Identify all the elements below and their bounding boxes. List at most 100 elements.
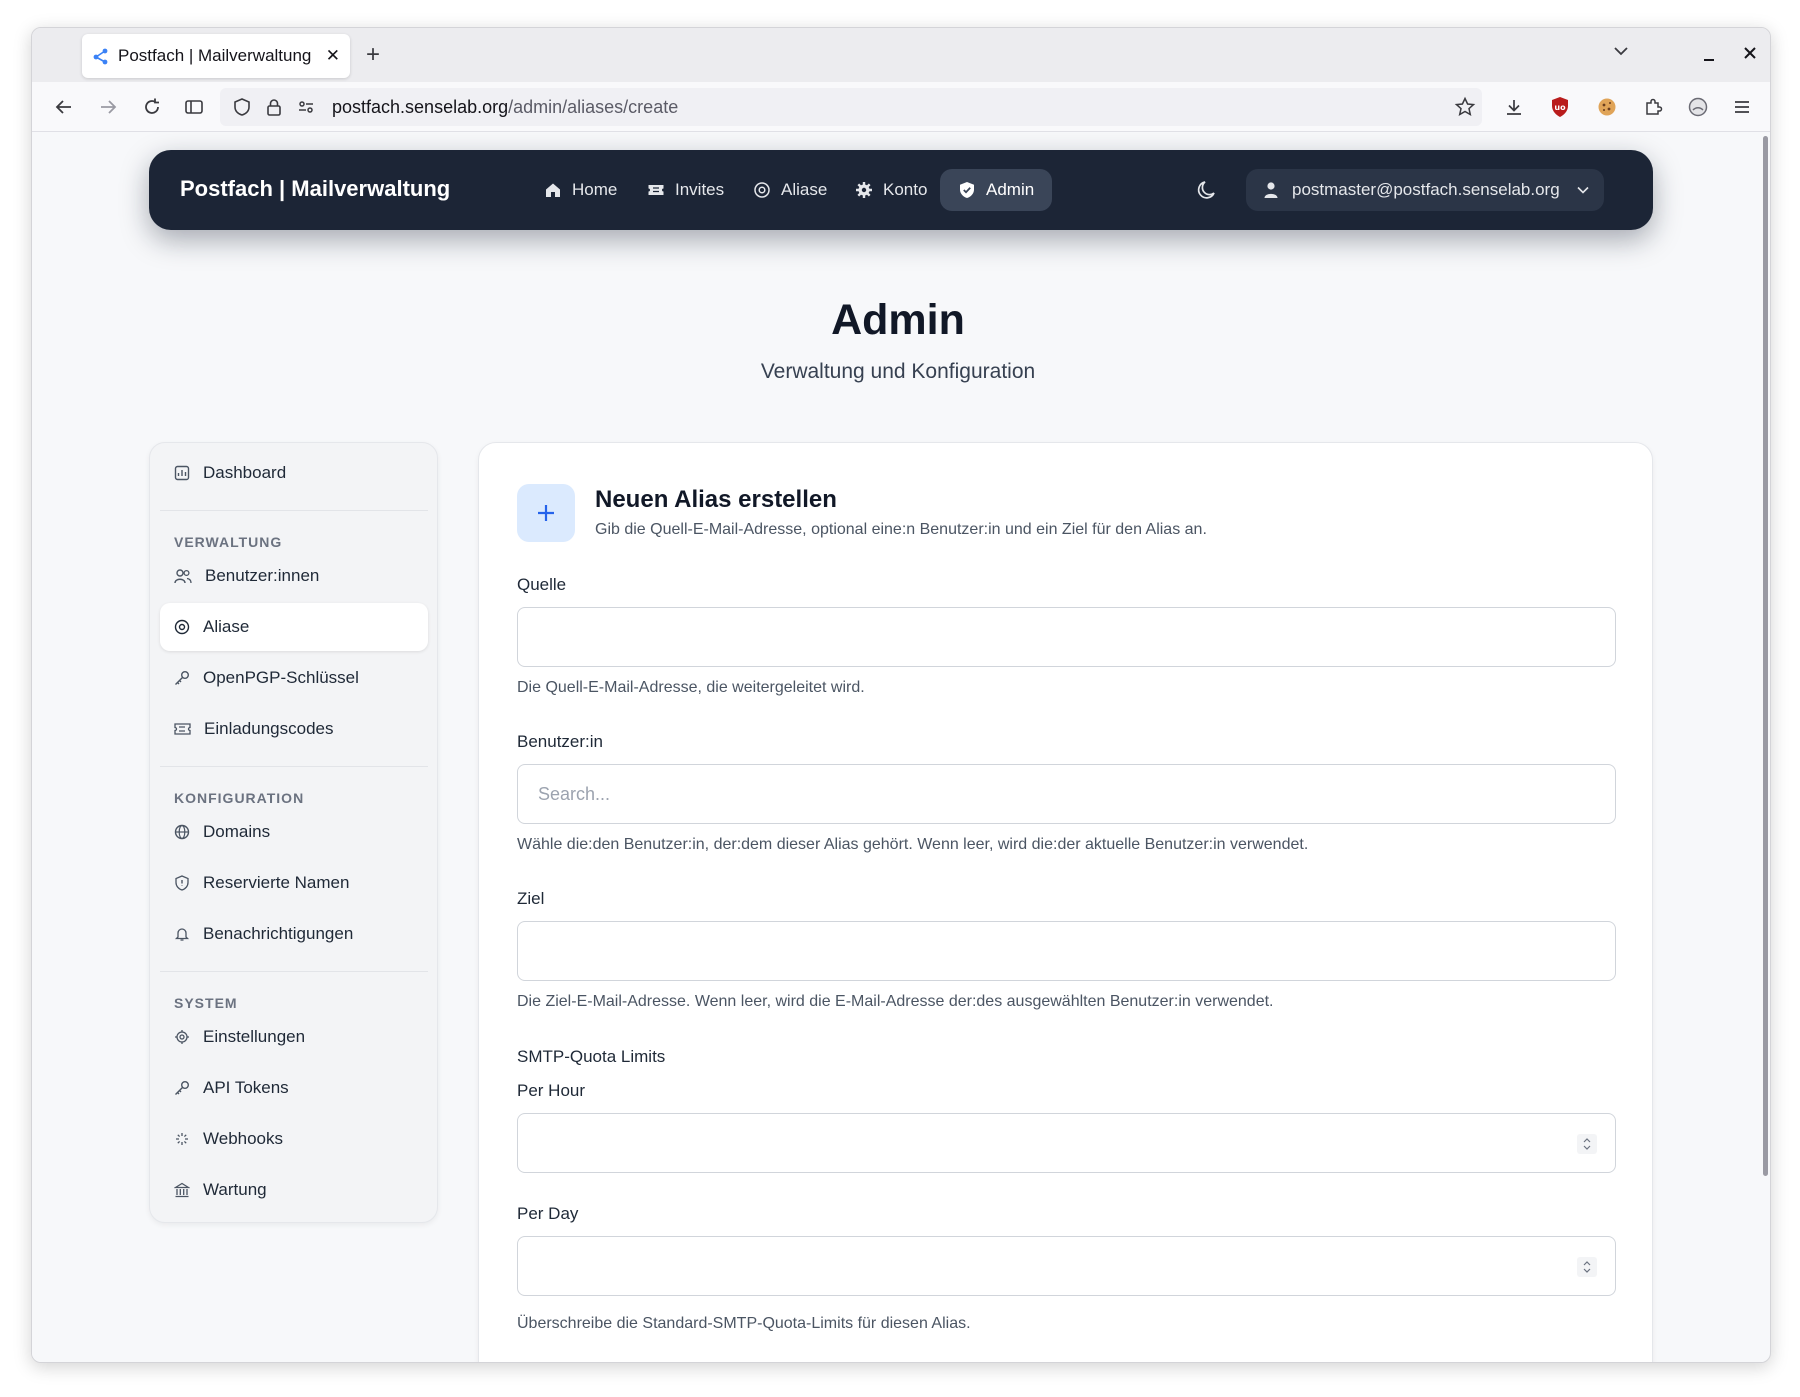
url-host: postfach.senselab.org bbox=[332, 96, 509, 117]
per-day-input[interactable] bbox=[517, 1236, 1616, 1296]
per-hour-input[interactable] bbox=[517, 1113, 1616, 1173]
hamburger-menu-icon bbox=[1735, 101, 1749, 113]
sidebar-item-label: Webhooks bbox=[203, 1129, 284, 1148]
sidebar-divider bbox=[160, 766, 428, 767]
sidebar-item-benutzer[interactable]: Benutzer:innen bbox=[160, 552, 428, 600]
sidebar-item-einladungscodes[interactable]: Einladungscodes bbox=[160, 705, 428, 753]
sidebar-item-reservierte-namen[interactable]: Reservierte Namen bbox=[160, 859, 428, 907]
nav-home[interactable]: Home bbox=[526, 169, 635, 211]
cookie-extension-button[interactable] bbox=[1589, 82, 1625, 132]
nav-invites[interactable]: Invites bbox=[629, 169, 742, 211]
target-label: Ziel bbox=[517, 889, 545, 908]
reload-button[interactable] bbox=[134, 82, 170, 132]
sidebar-item-label: Dashboard bbox=[203, 463, 287, 482]
new-tab-button[interactable]: + bbox=[366, 36, 380, 74]
quota-help: Überschreibe die Standard-SMTP-Quota-Lim… bbox=[517, 1315, 971, 1332]
ticket-icon bbox=[174, 723, 191, 735]
nav-konto[interactable]: Konto bbox=[837, 169, 945, 211]
ublock-extension-button[interactable]: uo bbox=[1542, 82, 1578, 132]
sidebar-icon bbox=[185, 100, 203, 114]
lock-icon[interactable] bbox=[264, 97, 284, 117]
form-title: Neuen Alias erstellen bbox=[595, 486, 837, 513]
user-icon bbox=[1264, 182, 1278, 198]
sidebar-item-label: Aliase bbox=[203, 617, 250, 636]
svg-text:uo: uo bbox=[1554, 103, 1566, 112]
browser-tab[interactable]: Postfach | Mailverwaltung ✕ bbox=[82, 34, 350, 78]
puzzle-icon bbox=[1646, 98, 1663, 115]
source-label: Quelle bbox=[517, 575, 567, 594]
building-icon bbox=[174, 1182, 190, 1198]
sidebar-item-einstellungen[interactable]: Einstellungen bbox=[160, 1013, 428, 1061]
minimize-icon[interactable] bbox=[1702, 48, 1716, 62]
form-description: Gib die Quell-E-Mail-Adresse, optional e… bbox=[595, 521, 1207, 538]
home-icon bbox=[546, 183, 560, 197]
sidebar-item-wartung[interactable]: Wartung bbox=[160, 1166, 428, 1214]
page-scrollbar[interactable] bbox=[1763, 136, 1768, 1176]
url-bar[interactable]: postfach.senselab.org/admin/aliases/crea… bbox=[220, 88, 1482, 126]
brand-title[interactable]: Postfach | Mailverwaltung bbox=[180, 176, 450, 202]
nav-admin[interactable]: Admin bbox=[940, 169, 1053, 211]
chevron-down-icon bbox=[1577, 186, 1589, 194]
app-navbar: Postfach | Mailverwaltung Home Invites A… bbox=[149, 150, 1653, 230]
per-day-stepper[interactable] bbox=[1577, 1257, 1597, 1277]
back-button[interactable] bbox=[46, 82, 82, 132]
sidebar-item-dashboard[interactable]: Dashboard bbox=[160, 449, 428, 497]
source-help: Die Quell-E-Mail-Adresse, die weitergele… bbox=[517, 679, 865, 696]
bookmark-star-icon[interactable] bbox=[1454, 96, 1476, 123]
sidebar-item-label: Domains bbox=[203, 822, 271, 841]
shield-check-icon bbox=[960, 182, 974, 198]
url-text: postfach.senselab.org/admin/aliases/crea… bbox=[332, 97, 678, 118]
user-menu-button[interactable]: postmaster@postfach.senselab.org bbox=[1246, 169, 1604, 211]
nav-aliase-label: Aliase bbox=[781, 180, 828, 199]
user-help: Wähle die:den Benutzer:in, der:dem diese… bbox=[517, 836, 1309, 853]
sidebar-item-openpgp[interactable]: OpenPGP-Schlüssel bbox=[160, 654, 428, 702]
extensions-button[interactable] bbox=[1635, 82, 1671, 132]
key-icon bbox=[175, 671, 189, 685]
tab-title: Postfach | Mailverwaltung bbox=[118, 46, 312, 65]
dark-mode-toggle-icon[interactable] bbox=[1195, 178, 1219, 202]
sidebar-item-domains[interactable]: Domains bbox=[160, 808, 428, 856]
sidebar-item-webhooks[interactable]: Webhooks bbox=[160, 1115, 428, 1163]
cookie-icon bbox=[1598, 98, 1616, 116]
nav-invites-label: Invites bbox=[675, 180, 725, 199]
sidebar-item-label: Reservierte Namen bbox=[203, 873, 350, 892]
forward-button[interactable] bbox=[90, 82, 126, 132]
at-icon bbox=[754, 182, 770, 198]
sidebar-divider bbox=[160, 510, 428, 511]
tab-close-icon[interactable]: ✕ bbox=[326, 46, 340, 66]
sidebar-item-aliase[interactable]: Aliase bbox=[160, 603, 428, 651]
stepper-arrows-icon bbox=[1583, 1261, 1591, 1273]
globe-icon bbox=[174, 824, 190, 840]
user-search-input[interactable] bbox=[517, 764, 1616, 824]
sidebar-item-api-tokens[interactable]: API Tokens bbox=[160, 1064, 428, 1112]
per-hour-stepper[interactable] bbox=[1577, 1134, 1597, 1154]
shield-tracking-icon[interactable] bbox=[232, 97, 252, 117]
arrow-right-icon bbox=[101, 100, 117, 114]
sidebar-item-label: API Tokens bbox=[203, 1078, 289, 1097]
reload-icon bbox=[145, 98, 159, 114]
tab-list-chevron-icon[interactable] bbox=[1612, 42, 1630, 60]
account-extension-button[interactable] bbox=[1680, 82, 1716, 132]
bell-icon bbox=[174, 928, 190, 941]
page-title: Admin bbox=[831, 296, 965, 344]
sidebar-divider bbox=[160, 971, 428, 972]
gear-icon bbox=[856, 182, 872, 198]
nav-aliase[interactable]: Aliase bbox=[735, 169, 845, 211]
source-input[interactable] bbox=[517, 607, 1616, 667]
page-subtitle: Verwaltung und Konfiguration bbox=[760, 360, 1036, 383]
users-icon bbox=[174, 569, 192, 584]
stepper-arrows-icon bbox=[1583, 1138, 1591, 1150]
site-permissions-icon[interactable] bbox=[296, 97, 316, 117]
page-viewport: Postfach | Mailverwaltung Home Invites A… bbox=[32, 132, 1764, 1362]
profile-circle-icon bbox=[1688, 97, 1708, 117]
sidebar-heading-konfiguration: KONFIGURATION bbox=[174, 790, 305, 806]
sidebar-item-label: Benachrichtigungen bbox=[203, 924, 354, 943]
sidebar-item-benachrichtigungen[interactable]: Benachrichtigungen bbox=[160, 910, 428, 958]
sidebar-toggle-button[interactable] bbox=[176, 82, 212, 132]
target-input[interactable] bbox=[517, 921, 1616, 981]
close-window-icon[interactable] bbox=[1743, 46, 1757, 60]
menu-button[interactable] bbox=[1724, 82, 1760, 132]
nav-konto-label: Konto bbox=[883, 180, 928, 199]
downloads-button[interactable] bbox=[1496, 82, 1532, 132]
admin-sidebar: Dashboard VERWALTUNG Benutzer:innen Alia… bbox=[149, 442, 438, 1223]
